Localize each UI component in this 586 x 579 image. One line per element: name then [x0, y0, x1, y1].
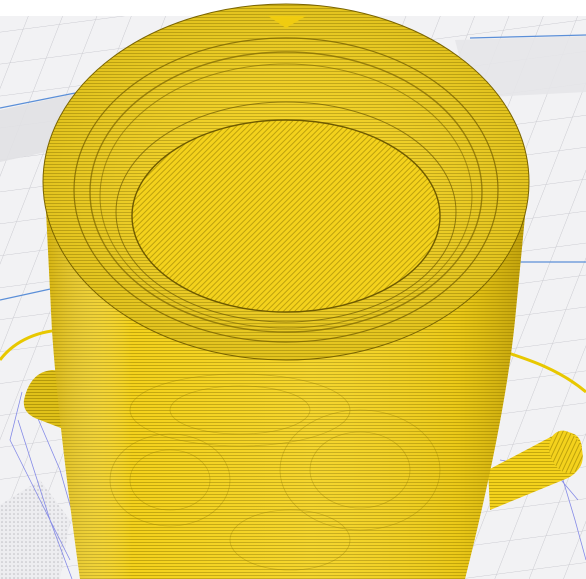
3d-viewport[interactable] [0, 0, 586, 579]
layer-preview-scene[interactable] [0, 0, 586, 579]
